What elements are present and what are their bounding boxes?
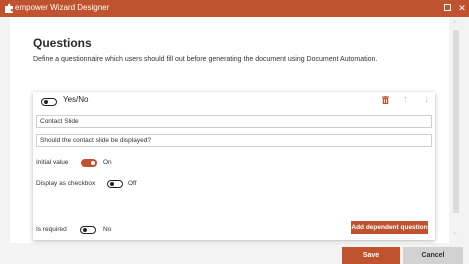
cancel-button[interactable]: Cancel <box>403 247 463 264</box>
question-text-input[interactable]: Should the contact slide be displayed? <box>36 134 432 147</box>
initial-value-label: Initial value <box>36 159 69 166</box>
save-button[interactable]: Save <box>342 247 400 264</box>
display-checkbox-state: Off <box>128 180 137 187</box>
scrollbar-thumb[interactable] <box>453 30 459 213</box>
page-title: Questions <box>33 36 92 50</box>
initial-value-toggle[interactable] <box>81 159 97 167</box>
required-label: Is required <box>36 226 67 233</box>
puzzle-icon <box>5 3 13 13</box>
add-dependent-question-button[interactable]: Add dependent question <box>351 221 428 234</box>
close-button[interactable]: ✕ <box>452 0 469 17</box>
trash-icon[interactable] <box>382 96 389 104</box>
scroll-up-icon[interactable]: ⌃ <box>452 21 458 29</box>
main-content: Questions Define a questionnaire which u… <box>10 17 449 243</box>
question-type-toggle[interactable] <box>41 98 57 106</box>
toggle-knob <box>83 228 87 232</box>
toggle-knob <box>91 161 95 165</box>
required-toggle[interactable] <box>80 226 96 234</box>
window-title: empower Wizard Designer <box>15 3 110 12</box>
toggle-knob <box>110 182 114 186</box>
close-icon: ✕ <box>458 3 466 13</box>
question-card: Yes/No ↑ ↓ Contact Slide Should the cont… <box>33 92 435 240</box>
display-checkbox-label: Display as checkbox <box>36 180 96 187</box>
question-type-label: Yes/No <box>63 95 89 104</box>
scroll-down-icon[interactable]: ⌄ <box>452 229 458 237</box>
initial-value-state: On <box>103 159 112 166</box>
display-checkbox-toggle[interactable] <box>107 180 123 188</box>
required-state: No <box>103 226 112 233</box>
move-down-icon[interactable]: ↓ <box>424 92 429 108</box>
toggle-knob <box>44 100 48 104</box>
maximize-icon <box>443 4 451 12</box>
title-bar: empower Wizard Designer ✕ <box>0 0 469 17</box>
page-description: Define a questionnaire which users shoul… <box>33 56 378 63</box>
question-title-input[interactable]: Contact Slide <box>36 115 432 128</box>
move-up-icon[interactable]: ↑ <box>403 92 408 108</box>
